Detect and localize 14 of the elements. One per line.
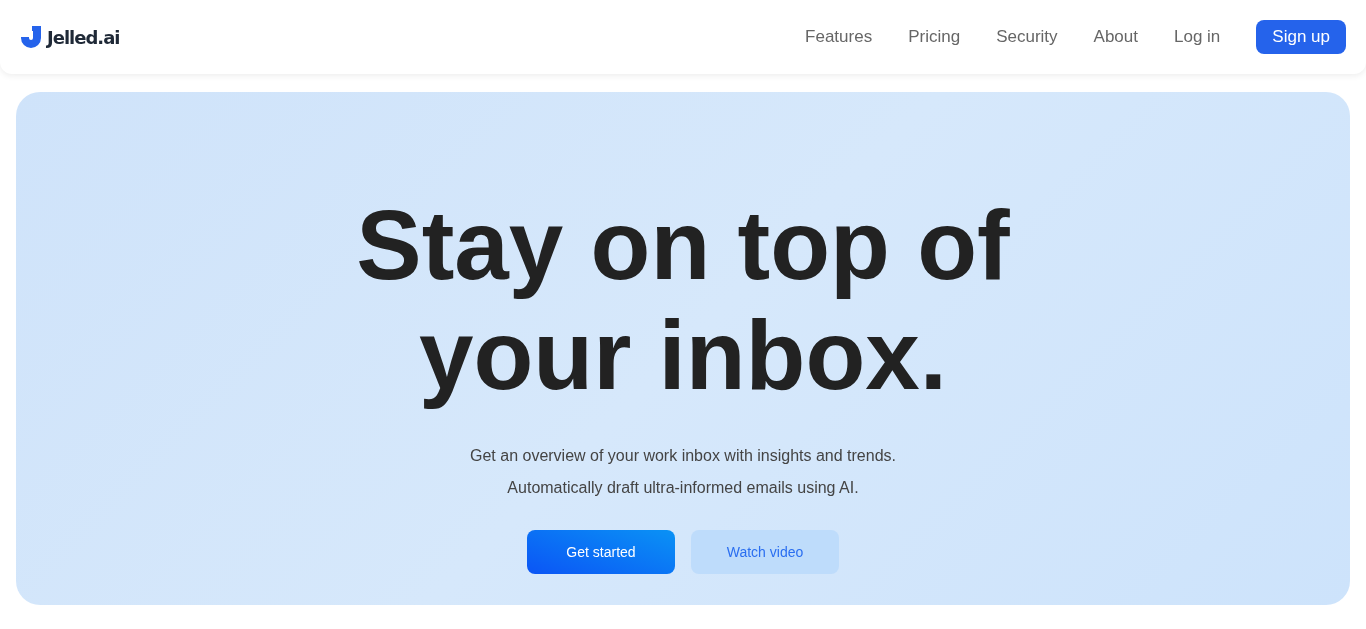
logo-icon [20, 26, 42, 48]
hero-headline: Stay on top of your inbox. [355, 190, 1011, 410]
sign-up-button[interactable]: Sign up [1256, 20, 1346, 54]
get-started-button[interactable]: Get started [527, 530, 675, 574]
hero-subtitle: Automatically draft ultra-informed emails using AI. [507, 478, 859, 498]
brand-logo[interactable]: Jelled.ai [20, 26, 120, 48]
hero-subtitle: Get an overview of your work inbox with insights and trends. [470, 446, 896, 466]
nav-link[interactable]: Features [805, 27, 873, 47]
nav-link[interactable]: Security [996, 27, 1058, 47]
nav-link[interactable]: About [1093, 27, 1138, 47]
nav-link[interactable]: Log in [1174, 27, 1221, 47]
brand-name: Jelled.ai [47, 26, 120, 48]
watch-video-button[interactable]: Watch video [691, 530, 839, 574]
nav-link[interactable]: Pricing [908, 27, 961, 47]
